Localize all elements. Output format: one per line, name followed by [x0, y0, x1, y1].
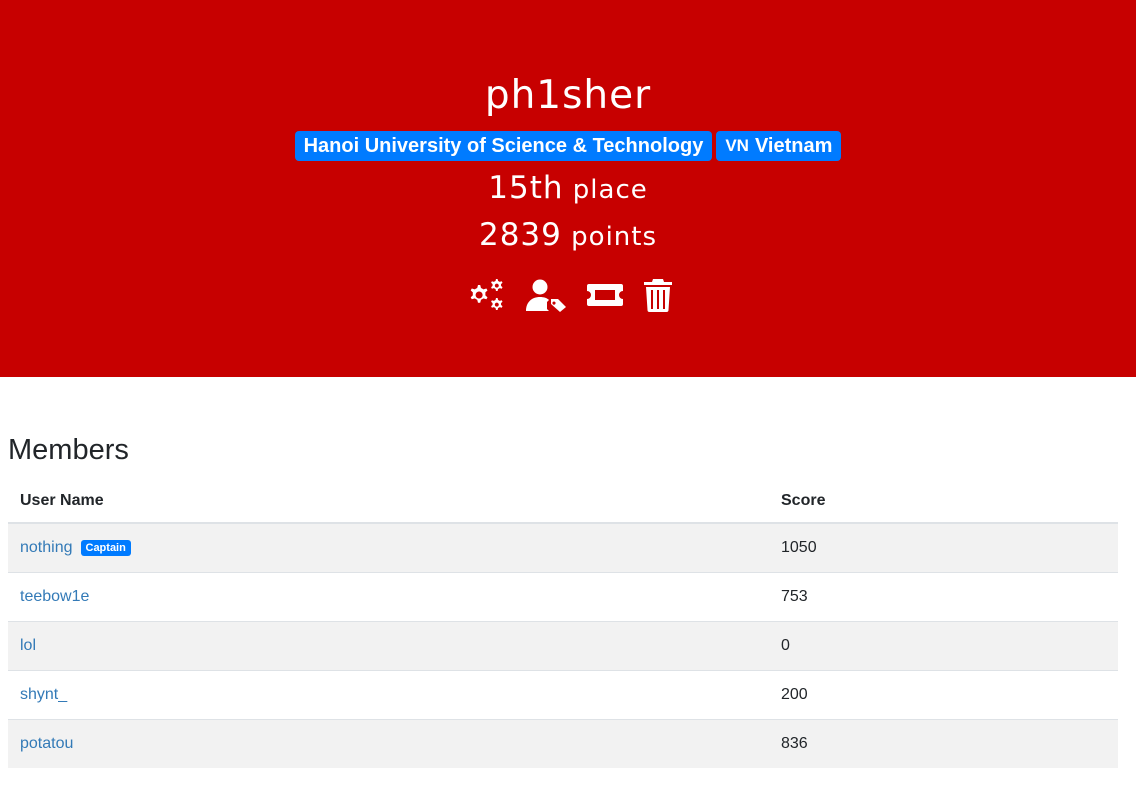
- member-link[interactable]: lol: [20, 637, 36, 654]
- table-row: teebow1e 753: [8, 571, 1118, 621]
- table-row: nothing Captain 1050: [8, 522, 1118, 572]
- member-name-cell: lol: [8, 620, 769, 670]
- member-name-cell: shynt_: [8, 669, 769, 719]
- member-score: 0: [769, 620, 1118, 670]
- place-label: place: [572, 175, 648, 205]
- delete-button[interactable]: [643, 278, 673, 312]
- settings-icon: [470, 279, 502, 310]
- column-header-username: User Name: [8, 480, 769, 524]
- team-name: ph1sher: [484, 73, 652, 118]
- flag-icon: VN: [725, 136, 749, 155]
- country-name: Vietnam: [754, 134, 833, 157]
- trash-icon: [643, 279, 672, 312]
- member-name-cell: teebow1e: [8, 571, 769, 621]
- user-tag-button[interactable]: [525, 278, 567, 312]
- member-score: 1050: [769, 522, 1118, 572]
- team-actions: [0, 276, 1136, 314]
- member-name-cell: potatou: [8, 718, 769, 768]
- place-number: 15th: [488, 170, 564, 206]
- team-header: ph1sher Hanoi University of Science & Te…: [0, 0, 1136, 377]
- country-badge: VN Vietnam: [716, 131, 842, 161]
- user-tag-icon: [525, 279, 566, 312]
- affiliation-badge: Hanoi University of Science & Technology: [294, 131, 713, 161]
- points-number: 2839: [478, 217, 562, 253]
- column-header-score: Score: [769, 480, 1118, 524]
- captain-badge: Captain: [80, 539, 131, 556]
- member-link[interactable]: shynt_: [20, 686, 67, 703]
- members-table: User Name Score nothing Captain 1050 teeb…: [8, 480, 1118, 768]
- member-link[interactable]: potatou: [20, 735, 73, 752]
- team-badges: Hanoi University of Science & Technology…: [0, 131, 1136, 161]
- members-title: Members: [8, 434, 129, 466]
- member-name-cell: nothing Captain: [8, 522, 769, 572]
- team-place: 15th place: [0, 168, 1136, 210]
- ticket-icon: [586, 284, 623, 306]
- member-score: 836: [769, 718, 1118, 768]
- team-points: 2839 points: [0, 215, 1136, 257]
- ticket-button[interactable]: [586, 281, 624, 309]
- points-label: points: [571, 222, 658, 252]
- table-header-row: User Name Score: [8, 480, 1118, 524]
- member-link[interactable]: teebow1e: [20, 588, 89, 605]
- member-score: 200: [769, 669, 1118, 719]
- table-row: potatou 836: [8, 718, 1118, 768]
- table-row: shynt_ 200: [8, 669, 1118, 719]
- member-link[interactable]: nothing: [20, 539, 73, 556]
- member-score: 753: [769, 571, 1118, 621]
- table-row: lol 0: [8, 620, 1118, 670]
- settings-button[interactable]: [464, 278, 506, 312]
- members-section: Members User Name Score nothing Captain 1…: [8, 432, 1118, 768]
